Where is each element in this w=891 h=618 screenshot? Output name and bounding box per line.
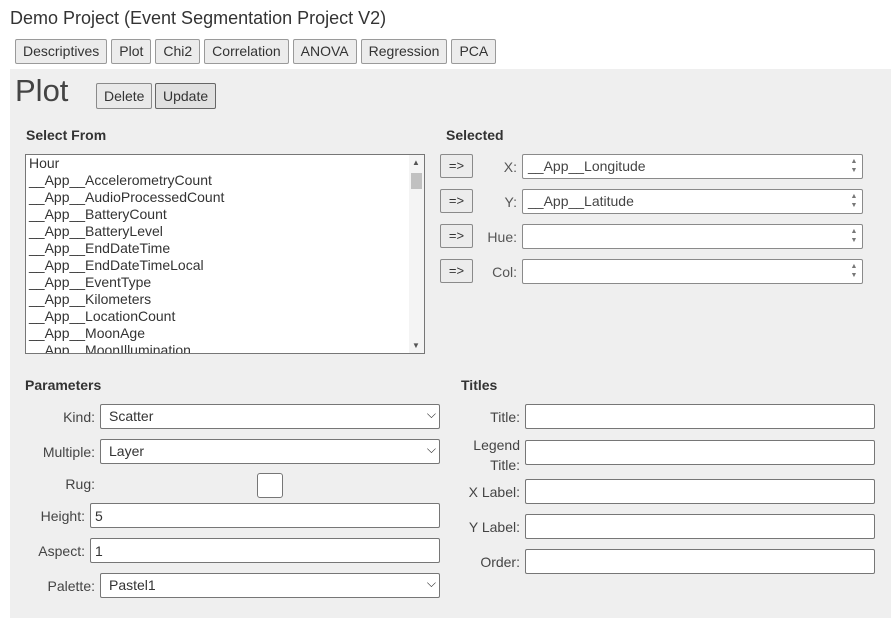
move-to-y-button[interactable]: =>: [440, 189, 473, 213]
col-field[interactable]: ▲ ▼: [522, 259, 863, 284]
rug-label: Rug:: [65, 476, 95, 492]
kind-select[interactable]: Scatter ⌵: [100, 404, 440, 429]
list-item[interactable]: __App__AudioProcessedCount: [29, 189, 424, 206]
list-item[interactable]: Hour: [29, 155, 424, 172]
spinner-icon[interactable]: ▲ ▼: [849, 192, 859, 210]
ylabel-input[interactable]: [525, 514, 875, 539]
legend-title-label-line1: Legend: [473, 437, 520, 453]
palette-value: Pastel1: [109, 577, 156, 593]
tab-anova[interactable]: ANOVA: [292, 39, 357, 64]
hue-label: Hue:: [487, 229, 517, 245]
legend-title-input[interactable]: [525, 440, 875, 465]
list-item[interactable]: __App__EventType: [29, 274, 424, 291]
xlabel-input[interactable]: [525, 479, 875, 504]
tab-regression[interactable]: Regression: [360, 39, 448, 64]
x-label: X:: [503, 159, 517, 175]
scroll-down-icon[interactable]: ▼: [412, 341, 420, 350]
rug-checkbox[interactable]: [257, 473, 283, 498]
spinner-icon[interactable]: ▲ ▼: [849, 157, 859, 175]
height-input[interactable]: [90, 503, 440, 528]
move-to-x-button[interactable]: =>: [440, 154, 473, 178]
tab-descriptives[interactable]: Descriptives: [15, 39, 108, 64]
tab-pca[interactable]: PCA: [451, 39, 497, 64]
col-label: Col:: [492, 264, 517, 280]
order-input[interactable]: [525, 549, 875, 574]
list-item[interactable]: __App__BatteryCount: [29, 206, 424, 223]
tab-chi2[interactable]: Chi2: [155, 39, 201, 64]
spinner-icon[interactable]: ▲ ▼: [849, 262, 859, 280]
legend-title-label-line2: Title:: [490, 457, 520, 473]
list-item[interactable]: __App__MoonIllumination: [29, 342, 424, 353]
select-from-title: Select From: [26, 127, 107, 143]
listbox-scrollbar[interactable]: ▲ ▼: [409, 155, 424, 353]
variable-listbox[interactable]: Hour __App__AccelerometryCount __App__Au…: [25, 154, 425, 354]
hue-field[interactable]: ▲ ▼: [522, 224, 863, 249]
ylabel-label: Y Label:: [468, 519, 520, 535]
aspect-input[interactable]: [90, 538, 440, 563]
palette-label: Palette:: [47, 578, 95, 594]
selected-title: Selected: [446, 127, 504, 143]
aspect-label: Aspect:: [38, 543, 85, 559]
delete-button[interactable]: Delete: [96, 83, 153, 109]
y-label: Y:: [504, 194, 517, 210]
list-item[interactable]: __App__MoonAge: [29, 325, 424, 342]
tab-correlation[interactable]: Correlation: [204, 39, 289, 64]
multiple-label: Multiple:: [42, 444, 95, 460]
list-item[interactable]: __App__Kilometers: [29, 291, 424, 308]
chevron-down-icon: ⌵: [426, 442, 436, 456]
update-button[interactable]: Update: [155, 83, 217, 109]
parameters-title: Parameters: [25, 377, 102, 393]
project-title: Demo Project (Event Segmentation Project…: [10, 8, 387, 28]
scroll-up-icon[interactable]: ▲: [412, 158, 420, 167]
chevron-down-icon: ⌵: [426, 576, 436, 590]
list-item[interactable]: __App__EndDateTime: [29, 240, 424, 257]
height-label: Height:: [40, 508, 85, 524]
spinner-icon[interactable]: ▲ ▼: [849, 227, 859, 245]
x-field[interactable]: __App__Longitude ▲ ▼: [522, 154, 863, 179]
titles-title: Titles: [461, 377, 498, 393]
title-label: Title:: [490, 409, 520, 425]
page-title: Plot: [15, 73, 69, 108]
scroll-thumb[interactable]: [411, 173, 422, 189]
x-value: __App__Longitude: [528, 158, 646, 174]
xlabel-label: X Label:: [468, 484, 520, 500]
y-field[interactable]: __App__Latitude ▲ ▼: [522, 189, 863, 214]
move-to-col-button[interactable]: =>: [440, 259, 473, 283]
multiple-value: Layer: [109, 443, 145, 459]
move-to-hue-button[interactable]: =>: [440, 224, 473, 248]
list-item[interactable]: __App__LocationCount: [29, 308, 424, 325]
tab-plot[interactable]: Plot: [111, 39, 152, 64]
tab-bar: Descriptives Plot Chi2 Correlation ANOVA…: [15, 39, 497, 64]
chevron-down-icon: ⌵: [426, 407, 436, 421]
kind-label: Kind:: [63, 409, 95, 425]
y-value: __App__Latitude: [528, 193, 634, 209]
title-input[interactable]: [525, 404, 875, 429]
kind-value: Scatter: [109, 408, 154, 424]
list-item[interactable]: __App__BatteryLevel: [29, 223, 424, 240]
list-item[interactable]: __App__AccelerometryCount: [29, 172, 424, 189]
list-item[interactable]: __App__EndDateTimeLocal: [29, 257, 424, 274]
order-label: Order:: [480, 554, 520, 570]
multiple-select[interactable]: Layer ⌵: [100, 439, 440, 464]
palette-select[interactable]: Pastel1 ⌵: [100, 573, 440, 598]
